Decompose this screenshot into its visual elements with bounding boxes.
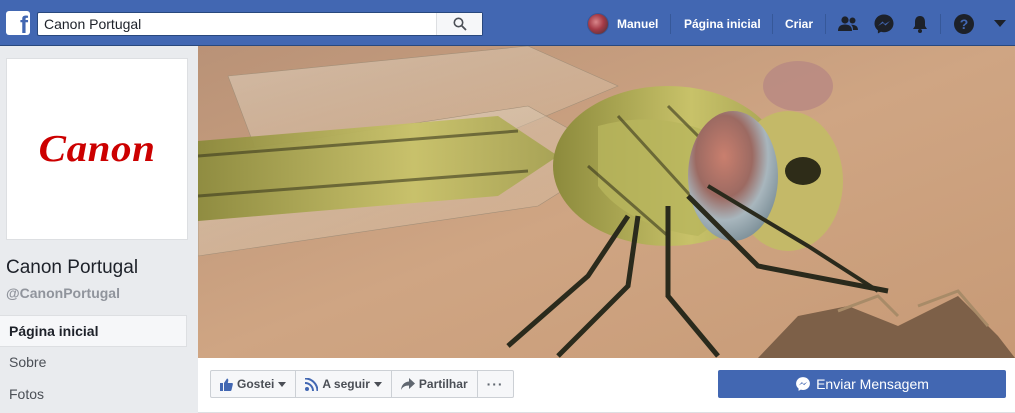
- rss-icon: [305, 377, 319, 391]
- nav-divider: [940, 14, 941, 34]
- notifications-icon[interactable]: [908, 12, 932, 36]
- cover-photo[interactable]: [198, 46, 1015, 358]
- create-link[interactable]: Criar: [785, 12, 813, 36]
- account-menu-icon[interactable]: [988, 12, 1012, 36]
- share-icon: [400, 378, 415, 390]
- search-button[interactable]: [436, 13, 482, 35]
- canon-logo: Canon: [38, 128, 156, 170]
- nav-divider: [825, 14, 826, 34]
- top-navigation-bar: f Manuel Página inicial Criar: [0, 0, 1015, 46]
- more-icon: ···: [486, 376, 504, 392]
- search-icon: [453, 17, 467, 31]
- search-input[interactable]: [44, 16, 434, 32]
- like-icon: [220, 378, 233, 391]
- messenger-icon[interactable]: [872, 12, 896, 36]
- chevron-down-icon: [373, 381, 382, 387]
- svg-text:?: ?: [960, 16, 969, 32]
- home-link[interactable]: Página inicial: [684, 12, 761, 36]
- more-options-button[interactable]: ···: [478, 371, 513, 397]
- action-button-group: Gostei A seguir Partilhar ···: [210, 370, 514, 398]
- dragonfly-image: [198, 46, 1015, 358]
- profile-picture[interactable]: Canon: [6, 58, 188, 240]
- avatar: [587, 13, 609, 35]
- follow-label: A seguir: [322, 377, 370, 391]
- nav-divider: [772, 14, 773, 34]
- page-title[interactable]: Canon Portugal: [6, 257, 138, 279]
- page-navigation: Página inicial Sobre Fotos: [0, 315, 187, 411]
- nav-divider: [670, 14, 671, 34]
- nav-item-about[interactable]: Sobre: [0, 347, 187, 379]
- chevron-down-icon: [278, 381, 287, 387]
- page-handle[interactable]: @CanonPortugal: [6, 285, 120, 301]
- profile-link[interactable]: Manuel: [587, 12, 658, 36]
- page-action-bar: Gostei A seguir Partilhar ··· Enviar Men…: [198, 358, 1015, 413]
- send-message-button[interactable]: Enviar Mensagem: [718, 370, 1006, 398]
- facebook-icon[interactable]: f: [6, 11, 30, 35]
- share-label: Partilhar: [418, 377, 468, 391]
- search-box: [37, 12, 483, 36]
- user-name: Manuel: [617, 17, 659, 31]
- messenger-icon: [796, 377, 810, 391]
- follow-button[interactable]: A seguir: [296, 371, 392, 397]
- nav-item-photos[interactable]: Fotos: [0, 379, 187, 411]
- friends-icon[interactable]: [836, 12, 860, 36]
- like-button[interactable]: Gostei: [211, 371, 297, 397]
- nav-item-home[interactable]: Página inicial: [0, 315, 187, 347]
- share-button[interactable]: Partilhar: [392, 371, 478, 397]
- like-label: Gostei: [237, 377, 275, 391]
- left-column: Canon Canon Portugal @CanonPortugal Pági…: [0, 46, 198, 413]
- help-icon[interactable]: ?: [952, 12, 976, 36]
- send-message-label: Enviar Mensagem: [816, 376, 929, 392]
